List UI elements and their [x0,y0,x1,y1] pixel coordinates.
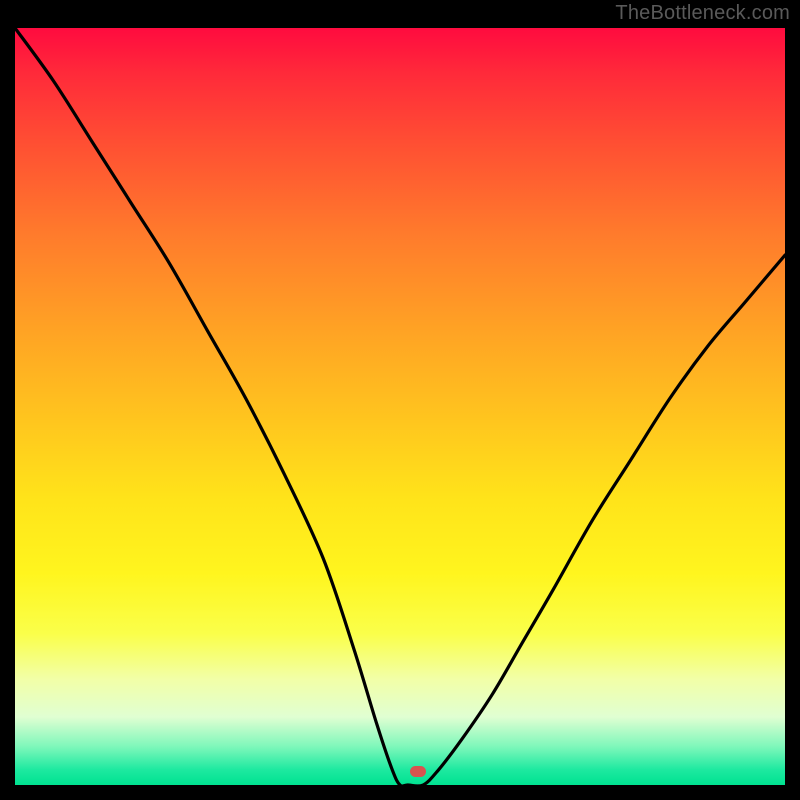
bottleneck-curve [15,28,785,785]
curve-path [15,28,785,785]
watermark-text: TheBottleneck.com [615,2,790,25]
chart-frame: TheBottleneck.com [0,0,800,800]
optimal-point-marker [410,766,426,777]
plot-area [15,28,785,785]
